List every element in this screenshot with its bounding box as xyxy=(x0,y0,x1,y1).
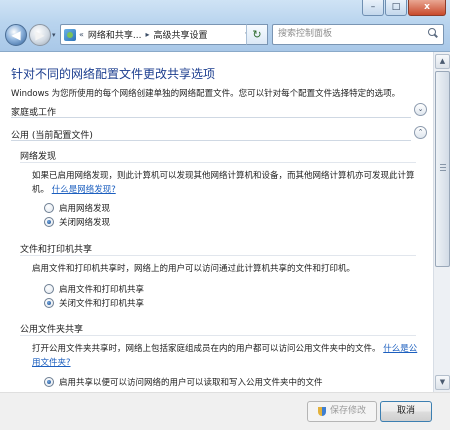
page-title: 针对不同的网络配置文件更改共享选项 xyxy=(11,67,216,81)
network-icon xyxy=(64,28,76,41)
close-button[interactable]: x xyxy=(408,0,446,16)
scroll-down-button[interactable]: ▼ xyxy=(435,375,450,390)
chevron-up-icon[interactable]: ⌃ xyxy=(414,126,427,139)
page-intro: Windows 为您所使用的每个网络创建单独的网络配置文件。您可以针对每个配置文… xyxy=(11,89,401,99)
divider xyxy=(11,140,411,141)
profile-public[interactable]: 公用 (当前配置文件) ⌃ xyxy=(11,126,429,142)
refresh-icon: ↻ xyxy=(252,28,262,41)
address-bar[interactable]: « 网络和共享... ▸ 高级共享设置 xyxy=(60,24,268,45)
window-controls: – □ x xyxy=(361,0,446,18)
cancel-button[interactable]: 取消 xyxy=(380,401,432,422)
radio-button-selected[interactable] xyxy=(44,217,54,227)
recent-pages-dropdown[interactable]: ▾ xyxy=(52,31,56,39)
save-changes-label: 保存修改 xyxy=(329,406,366,416)
network-discovery-help-link[interactable]: 什么是网络发现? xyxy=(52,185,116,195)
radio-button-selected[interactable] xyxy=(44,377,54,387)
save-changes-button[interactable]: 保存修改 xyxy=(307,401,377,422)
breadcrumb-overflow[interactable]: « xyxy=(79,30,84,39)
dialog-footer: 保存修改 取消 xyxy=(0,392,450,430)
profile-home-work[interactable]: 家庭或工作 ⌄ xyxy=(11,103,429,119)
breadcrumb-advanced-sharing[interactable]: 高级共享设置 xyxy=(154,28,208,41)
radio-disable-network-discovery[interactable]: 关闭网络发现 xyxy=(44,216,110,228)
radio-label: 启用共享以便可以访问网络的用户可以读取和写入公用文件夹中的文件 xyxy=(59,378,323,388)
radio-label: 启用文件和打印机共享 xyxy=(59,285,145,295)
grip-line xyxy=(440,164,446,165)
refresh-button[interactable]: ↻ xyxy=(246,24,268,45)
maximize-button[interactable]: □ xyxy=(385,0,407,16)
radio-label: 关闭网络发现 xyxy=(59,218,111,228)
radio-disable-file-printer-sharing[interactable]: 关闭文件和打印机共享 xyxy=(44,297,144,309)
forward-button[interactable]: ▶ xyxy=(29,24,51,46)
radio-enable-network-discovery[interactable]: 启用网络发现 xyxy=(44,202,110,214)
radio-label: 关闭文件和打印机共享 xyxy=(59,299,145,309)
divider xyxy=(20,255,416,256)
grip-line xyxy=(440,167,446,168)
radio-enable-public-folder-sharing[interactable]: 启用共享以便可以访问网络的用户可以读取和写入公用文件夹中的文件 xyxy=(44,376,323,388)
search-icon[interactable] xyxy=(428,28,438,38)
grip-line xyxy=(440,170,446,171)
settings-content: 针对不同的网络配置文件更改共享选项 Windows 为您所使用的每个网络创建单独… xyxy=(0,52,433,392)
radio-button-selected[interactable] xyxy=(44,298,54,308)
scroll-thumb[interactable] xyxy=(435,71,450,267)
minimize-button[interactable]: – xyxy=(362,0,384,16)
title-bar: – □ x ◀ ▶ ▾ « 网络和共享... ▸ 高级共享设置 ▾ ↻ 搜索控制… xyxy=(0,0,450,52)
scroll-up-button[interactable]: ▲ xyxy=(435,54,450,69)
network-discovery-description: 如果已启用网络发现，则此计算机可以发现其他网络计算机和设备，而其他网络计算机亦可… xyxy=(32,169,422,197)
radio-enable-file-printer-sharing[interactable]: 启用文件和打印机共享 xyxy=(44,283,144,295)
section-public-folder-heading: 公用文件夹共享 xyxy=(20,325,84,335)
search-input[interactable]: 搜索控制面板 xyxy=(272,24,444,45)
radio-button[interactable] xyxy=(44,284,54,294)
uac-shield-icon xyxy=(317,406,327,417)
divider xyxy=(11,117,411,118)
public-folder-description: 打开公用文件夹共享时，网络上包括家庭组成员在内的用户都可以访问公用文件夹中的文件… xyxy=(32,342,422,370)
vertical-scrollbar[interactable]: ▲ ▼ xyxy=(433,52,450,392)
file-printer-description: 启用文件和打印机共享时，网络上的用户可以访问通过此计算机共享的文件和打印机。 xyxy=(32,264,356,274)
radio-button[interactable] xyxy=(44,203,54,213)
divider xyxy=(20,335,416,336)
radio-label: 启用网络发现 xyxy=(59,204,111,214)
search-placeholder: 搜索控制面板 xyxy=(278,29,333,39)
divider xyxy=(20,162,416,163)
breadcrumb-network-sharing[interactable]: 网络和共享... xyxy=(88,28,142,41)
breadcrumb-separator[interactable]: ▸ xyxy=(146,30,150,39)
section-file-printer-heading: 文件和打印机共享 xyxy=(20,245,93,255)
section-network-discovery-heading: 网络发现 xyxy=(20,152,57,162)
back-button[interactable]: ◀ xyxy=(5,24,27,46)
chevron-down-icon[interactable]: ⌄ xyxy=(414,103,427,116)
public-folder-text: 打开公用文件夹共享时，网络上包括家庭组成员在内的用户都可以访问公用文件夹中的文件… xyxy=(32,344,381,354)
